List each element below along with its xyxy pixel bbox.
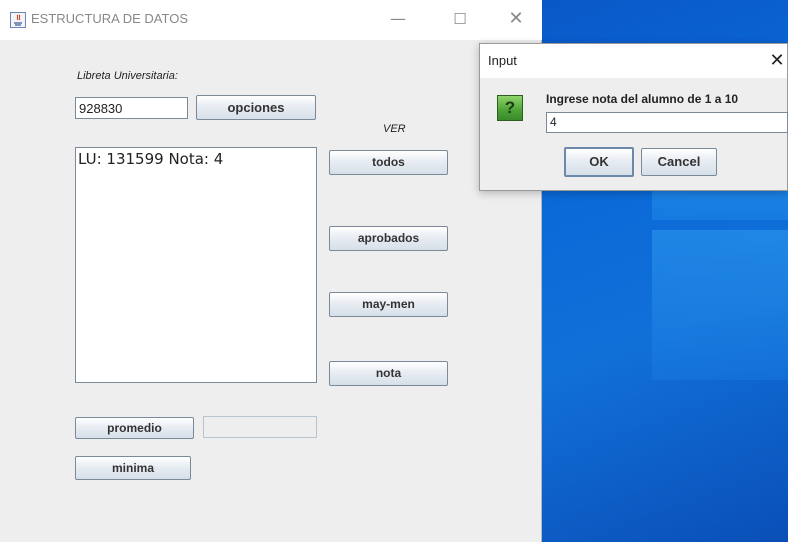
promedio-field <box>203 416 317 438</box>
title-bar[interactable]: ESTRUCTURA DE DATOS — ☐ ✕ <box>0 0 542 40</box>
cancel-button[interactable]: Cancel <box>641 148 717 176</box>
minimize-button[interactable]: — <box>378 8 418 32</box>
input-dialog: Input ✕ ? Ingrese nota del alumno de 1 a… <box>479 43 788 191</box>
main-window: ESTRUCTURA DE DATOS — ☐ ✕ Libreta Univer… <box>0 0 542 542</box>
dialog-close-button[interactable]: ✕ <box>766 48 788 74</box>
aprobados-button[interactable]: aprobados <box>329 226 448 251</box>
ok-button[interactable]: OK <box>564 147 634 177</box>
libreta-input[interactable]: 928830 <box>75 97 188 119</box>
nota-button[interactable]: nota <box>329 361 448 386</box>
java-app-icon <box>10 12 26 28</box>
dialog-message: Ingrese nota del alumno de 1 a 10 <box>546 92 739 106</box>
promedio-button[interactable]: promedio <box>75 417 194 439</box>
minima-button[interactable]: minima <box>75 456 191 480</box>
todos-button[interactable]: todos <box>329 150 448 175</box>
wallpaper-pane <box>652 230 788 380</box>
libreta-label: Libreta Universitaria: <box>77 70 178 82</box>
ver-label: VER <box>383 123 406 135</box>
window-title: ESTRUCTURA DE DATOS <box>31 11 188 26</box>
opciones-button[interactable]: opciones <box>196 95 316 120</box>
close-button[interactable]: ✕ <box>496 8 536 32</box>
dialog-title: Input <box>488 53 517 68</box>
output-textarea[interactable]: LU: 131599 Nota: 4 <box>75 147 317 383</box>
maximize-button[interactable]: ☐ <box>440 8 480 32</box>
question-icon: ? <box>497 95 523 121</box>
may-men-button[interactable]: may-men <box>329 292 448 317</box>
dialog-title-bar[interactable]: Input ✕ <box>480 44 787 78</box>
nota-input[interactable]: 4 <box>546 112 788 133</box>
